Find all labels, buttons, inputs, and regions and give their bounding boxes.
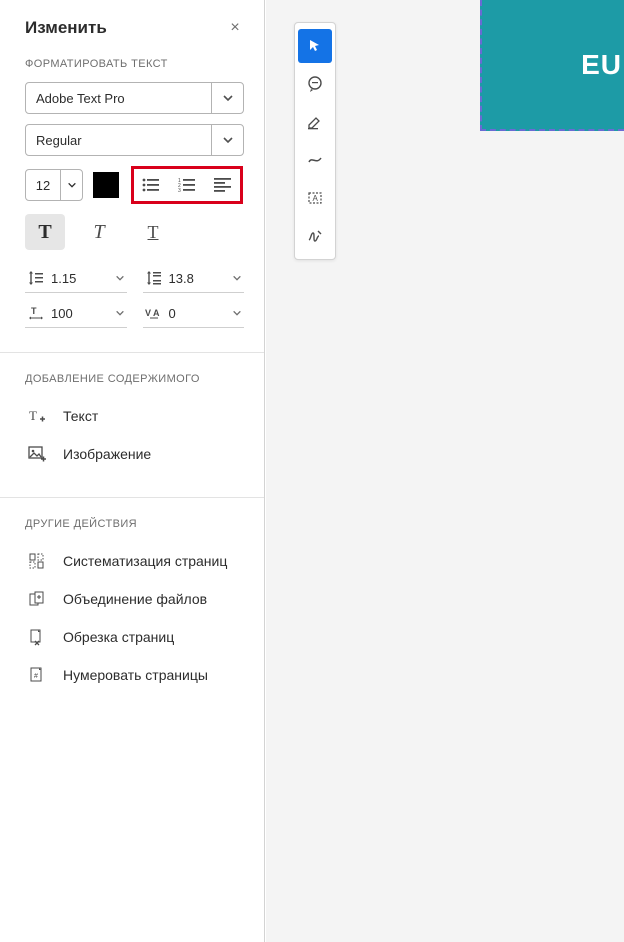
svg-text:T: T	[29, 408, 37, 423]
edit-panel: Изменить × ФОРМАТИРОВАТЬ ТЕКСТ Adobe Tex…	[0, 0, 265, 942]
chevron-down-icon	[115, 273, 125, 283]
document-visible-text: EU	[581, 49, 622, 81]
italic-button[interactable]: T	[79, 214, 119, 250]
horizontal-scale-value: 100	[51, 306, 109, 321]
letter-spacing-icon: VA	[145, 305, 163, 321]
floating-toolbelt: A	[294, 22, 336, 260]
font-family-value: Adobe Text Pro	[26, 83, 211, 113]
chevron-down-icon	[115, 308, 125, 318]
action-label: Систематизация страниц	[63, 553, 227, 569]
sign-tool[interactable]	[298, 219, 332, 253]
image-add-icon	[27, 445, 47, 463]
font-size-value: 12	[26, 170, 60, 200]
bulleted-list-icon[interactable]	[138, 172, 164, 198]
paragraph-spacing-field[interactable]: 13.8	[143, 264, 245, 293]
add-content-list: T Текст Изображение	[25, 397, 244, 473]
select-tool[interactable]	[298, 29, 332, 63]
text-color-swatch[interactable]	[93, 172, 119, 198]
action-label: Текст	[63, 408, 98, 424]
font-size-dropdown[interactable]: 12	[25, 169, 83, 201]
numbered-list-icon[interactable]: 123	[174, 172, 200, 198]
action-label: Объединение файлов	[63, 591, 207, 607]
divider	[0, 352, 264, 353]
svg-text:#: #	[34, 673, 38, 680]
add-image-action[interactable]: Изображение	[25, 435, 244, 473]
line-height-field[interactable]: 1.15	[25, 264, 127, 293]
organize-pages-action[interactable]: Систематизация страниц	[25, 542, 244, 580]
list-align-group-highlight: 123	[131, 166, 243, 204]
chevron-down-icon	[211, 125, 243, 155]
textbox-tool[interactable]: A	[298, 181, 332, 215]
line-height-value: 1.15	[51, 271, 109, 286]
horizontal-scale-icon: T	[27, 305, 45, 321]
number-pages-action[interactable]: # Нумеровать страницы	[25, 656, 244, 694]
organize-pages-icon	[27, 552, 47, 570]
action-label: Нумеровать страницы	[63, 667, 208, 683]
chevron-down-icon	[60, 170, 82, 200]
close-icon[interactable]: ×	[226, 19, 244, 37]
section-label-add-content: ДОБАВЛЕНИЕ СОДЕРЖИМОГО	[25, 373, 244, 385]
letter-spacing-value: 0	[169, 306, 227, 321]
text-add-icon: T	[27, 407, 47, 425]
action-label: Обрезка страниц	[63, 629, 174, 645]
font-family-dropdown[interactable]: Adobe Text Pro	[25, 82, 244, 114]
chevron-down-icon	[232, 308, 242, 318]
highlight-tool[interactable]	[298, 105, 332, 139]
crop-pages-icon	[27, 628, 47, 646]
combine-files-icon	[27, 590, 47, 608]
section-label-format: ФОРМАТИРОВАТЬ ТЕКСТ	[25, 58, 244, 70]
svg-text:3: 3	[178, 188, 181, 193]
font-weight-value: Regular	[26, 125, 211, 155]
line-height-icon	[27, 270, 45, 286]
other-actions-list: Систематизация страниц Объединение файло…	[25, 542, 244, 694]
chevron-down-icon	[232, 273, 242, 283]
svg-text:T: T	[31, 306, 37, 316]
panel-title: Изменить	[25, 18, 107, 38]
paragraph-spacing-icon	[145, 270, 163, 286]
draw-tool[interactable]	[298, 143, 332, 177]
underline-button[interactable]: T	[133, 214, 173, 250]
combine-files-action[interactable]: Объединение файлов	[25, 580, 244, 618]
divider	[0, 497, 264, 498]
svg-text:A: A	[153, 308, 160, 318]
svg-text:A: A	[313, 194, 319, 203]
font-weight-dropdown[interactable]: Regular	[25, 124, 244, 156]
add-text-action[interactable]: T Текст	[25, 397, 244, 435]
horizontal-scale-field[interactable]: T 100	[25, 299, 127, 328]
crop-pages-action[interactable]: Обрезка страниц	[25, 618, 244, 656]
document-page-fragment[interactable]: EU	[480, 0, 624, 131]
chevron-down-icon	[211, 83, 243, 113]
comment-tool[interactable]	[298, 67, 332, 101]
text-style-row: T T T	[25, 214, 244, 250]
letter-spacing-field[interactable]: VA 0	[143, 299, 245, 328]
align-left-icon[interactable]	[210, 172, 236, 198]
paragraph-spacing-value: 13.8	[169, 271, 227, 286]
panel-header: Изменить ×	[25, 18, 244, 38]
number-pages-icon: #	[27, 666, 47, 684]
action-label: Изображение	[63, 446, 151, 462]
bold-button[interactable]: T	[25, 214, 65, 250]
svg-text:V: V	[145, 308, 151, 318]
section-label-other: ДРУГИЕ ДЕЙСТВИЯ	[25, 518, 244, 530]
